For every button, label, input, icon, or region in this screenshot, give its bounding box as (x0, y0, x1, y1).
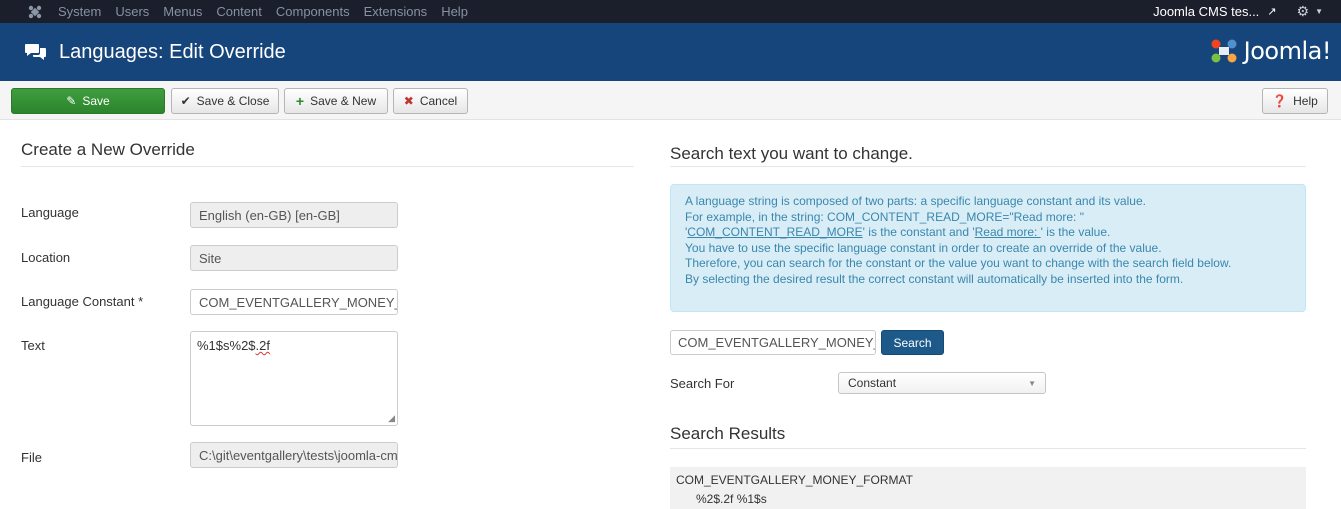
question-circle-icon: ❓ (1272, 94, 1288, 108)
site-link[interactable]: Joomla CMS tes... (1153, 4, 1259, 19)
page-header: Languages: Edit Override Joomla! (0, 23, 1341, 81)
info-line: Therefore, you can search for the consta… (685, 256, 1232, 270)
search-for-selected: Constant (848, 376, 897, 390)
language-constant-input[interactable]: COM_EVENTGALLERY_MONEY_FORMAT (190, 289, 398, 315)
joomla-logo: Joomla! (1210, 37, 1332, 65)
help-button[interactable]: ❓ Help (1262, 88, 1328, 114)
form-heading: Create a New Override (21, 140, 195, 159)
resize-handle-icon[interactable]: ◢ (388, 413, 395, 424)
external-link-icon[interactable]: ↗ (1267, 5, 1276, 18)
info-line: A language string is composed of two par… (685, 194, 1146, 208)
search-for-select[interactable]: Constant ▼ (838, 372, 1046, 394)
example-value-link: Read more: (974, 225, 1041, 239)
language-constant-label: Language Constant * (21, 294, 144, 309)
result-constant: COM_EVENTGALLERY_MONEY_FORMAT (676, 473, 913, 487)
edit-icon: ✎ (66, 94, 77, 108)
example-constant-link: COM_CONTENT_READ_MORE (687, 225, 863, 239)
divider (670, 448, 1306, 449)
menu-menus[interactable]: Menus (163, 4, 202, 19)
menu-components[interactable]: Components (276, 4, 350, 19)
language-label: Language (21, 205, 79, 220)
save-button-label: Save (82, 94, 110, 108)
chevron-down-icon: ▼ (1028, 379, 1036, 388)
search-heading: Search text you want to change. (670, 144, 913, 163)
search-input[interactable]: COM_EVENTGALLERY_MONEY_FORMAT (670, 330, 876, 355)
menu-extensions[interactable]: Extensions (364, 4, 428, 19)
save-new-button-label: Save & New (310, 94, 377, 108)
info-text: ' is the value. (1040, 225, 1111, 239)
divider (21, 166, 634, 167)
info-alert: A language string is composed of two par… (670, 184, 1306, 312)
text-value-misspelled: .2f (255, 338, 271, 353)
save-close-button-label: Save & Close (196, 94, 270, 108)
save-new-button[interactable]: + Save & New (284, 88, 388, 114)
topbar-right: Joomla CMS tes... ↗ ⚙ ▼ (1153, 0, 1341, 23)
save-button[interactable]: ✎ Save (11, 88, 165, 114)
brand-text: Joomla! (1243, 37, 1332, 65)
gear-icon[interactable]: ⚙ (1297, 3, 1310, 20)
help-button-label: Help (1293, 94, 1318, 108)
menu-content[interactable]: Content (216, 4, 262, 19)
page-title: Languages: Edit Override (59, 40, 286, 63)
file-label: File (21, 450, 42, 465)
list-item[interactable]: COM_EVENTGALLERY_MONEY_FORMAT %2$.2f %1$… (670, 467, 1306, 509)
text-label: Text (21, 338, 45, 353)
menu-users[interactable]: Users (115, 4, 149, 19)
language-field: English (en-GB) [en-GB] (190, 202, 398, 228)
comments-icon (25, 42, 47, 62)
location-field: Site (190, 245, 398, 271)
plus-icon: + (295, 93, 305, 109)
location-label: Location (21, 250, 71, 265)
info-line: By selecting the desired result the corr… (685, 271, 1184, 286)
menu-system[interactable]: System (58, 4, 101, 19)
info-line: For example, in the string: COM_CONTENT_… (685, 209, 1084, 224)
chevron-down-icon[interactable]: ▼ (1315, 7, 1323, 16)
search-for-label: Search For (670, 376, 735, 391)
cancel-circle-icon: ✖ (403, 94, 414, 108)
result-value: %2$.2f %1$s (696, 492, 767, 506)
text-value-part: %1$s%2$ (197, 338, 256, 353)
toolbar: ✎ Save ✔ Save & Close + Save & New ✖ Can… (0, 81, 1341, 120)
admin-menu-bar: System Users Menus Content Components Ex… (0, 0, 1341, 23)
save-close-button[interactable]: ✔ Save & Close (171, 88, 279, 114)
results-heading: Search Results (670, 424, 786, 443)
text-textarea[interactable]: %1$s%2$.2f ◢ (190, 331, 398, 426)
divider (670, 166, 1306, 167)
joomla-icon[interactable] (26, 3, 44, 21)
file-field: C:\git\eventgallery\tests\joomla-cms\lan… (190, 442, 398, 468)
info-line: You have to use the specific language co… (685, 240, 1162, 255)
search-button[interactable]: Search (881, 330, 944, 355)
cancel-button[interactable]: ✖ Cancel (393, 88, 468, 114)
info-line-example: 'COM_CONTENT_READ_MORE' is the constant … (685, 225, 1111, 239)
info-text: ' is the constant and ' (862, 225, 975, 239)
joomla-logo-icon (1211, 39, 1237, 63)
menu-help[interactable]: Help (441, 4, 468, 19)
check-icon: ✔ (180, 94, 191, 108)
cancel-button-label: Cancel (419, 94, 458, 108)
